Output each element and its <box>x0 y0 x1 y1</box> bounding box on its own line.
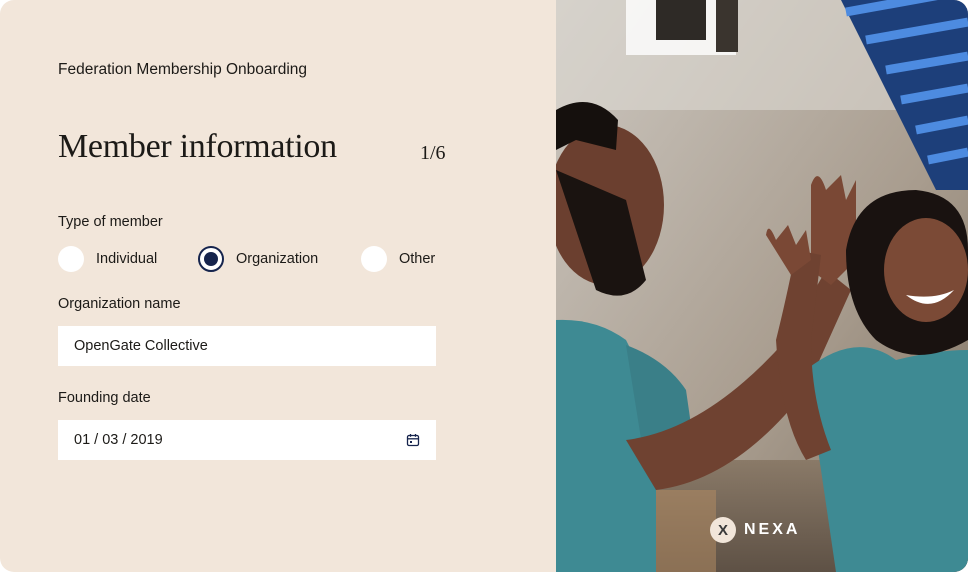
radio-organization-circle[interactable] <box>198 246 224 272</box>
radio-other-circle[interactable] <box>361 246 387 272</box>
organization-name-label: Organization name <box>58 296 181 312</box>
founding-date-label: Founding date <box>58 390 151 406</box>
step-counter: 1/6 <box>420 142 446 164</box>
hero-photo: X NEXA <box>556 0 968 572</box>
founding-date-value: 01 / 03 / 2019 <box>74 432 163 448</box>
brand-mark-icon: X <box>710 517 736 543</box>
organization-name-input[interactable]: OpenGate Collective <box>58 326 436 366</box>
radio-organization-label: Organization <box>236 251 319 267</box>
brand-name: NEXA <box>744 521 801 538</box>
radio-individual-label: Individual <box>96 251 158 267</box>
radio-individual[interactable]: Individual <box>58 245 157 273</box>
founding-date-input[interactable]: 01 / 03 / 2019 <box>58 420 436 460</box>
organization-name-value: OpenGate Collective <box>74 338 208 354</box>
member-type-radio-group: Individual Organization Other <box>58 245 458 273</box>
app-title: Federation Membership Onboarding <box>58 61 307 78</box>
page-title: Member information <box>58 128 337 165</box>
member-type-label: Type of member <box>58 214 163 230</box>
radio-other[interactable]: Other <box>361 245 435 273</box>
radio-other-label: Other <box>399 251 436 267</box>
high-five-photo-illustration <box>556 0 968 572</box>
radio-individual-circle[interactable] <box>58 246 84 272</box>
form-panel: Federation Membership Onboarding Member … <box>0 0 556 572</box>
onboarding-card: Federation Membership Onboarding Member … <box>0 0 968 572</box>
radio-organization[interactable]: Organization <box>198 245 318 273</box>
calendar-icon[interactable] <box>406 433 420 447</box>
radio-selected-dot <box>204 252 218 266</box>
brand-logo: X NEXA <box>710 517 800 543</box>
